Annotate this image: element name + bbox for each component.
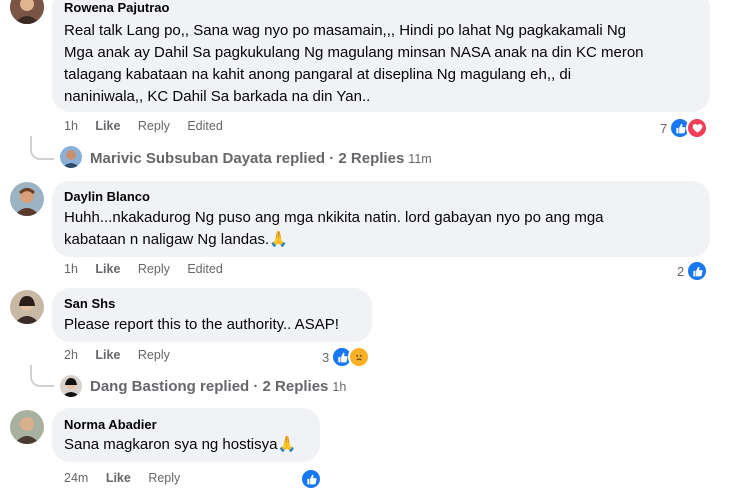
like-icon [686, 260, 709, 282]
replies-count: replied · 2 Replies [275, 150, 405, 167]
comment-actions: 1h Like Reply Edited [64, 119, 237, 133]
heart-icon [686, 117, 709, 139]
reply-time: 11m [408, 151, 432, 166]
reaction-count: 3 [322, 349, 330, 365]
reaction-summary[interactable] [300, 468, 322, 490]
comment-author[interactable]: San Shs [64, 296, 115, 311]
edited-label: Edited [187, 262, 223, 276]
comment-time[interactable]: 1h [64, 262, 78, 276]
view-replies-link[interactable]: Dang Bastiong replied · 2 Replies 1h [90, 378, 346, 395]
comment-time[interactable]: 2h [64, 348, 78, 362]
avatar[interactable] [10, 410, 44, 444]
reply-time: 1h [332, 379, 347, 394]
avatar[interactable] [60, 375, 82, 397]
comment-author[interactable]: Daylin Blanco [64, 189, 150, 204]
reaction-summary[interactable]: 2 [677, 260, 709, 282]
like-button[interactable]: Like [95, 262, 120, 276]
comment-time[interactable]: 1h [64, 119, 78, 133]
pray-emoji: 🙏 [269, 231, 288, 248]
like-button[interactable]: Like [95, 348, 120, 362]
comment-actions: 1h Like Reply Edited [64, 262, 237, 276]
view-replies-link[interactable]: Marivic Subsuban Dayata replied · 2 Repl… [90, 150, 432, 167]
comment-actions: 24m Like Reply [64, 471, 194, 485]
reaction-summary[interactable]: 3 [322, 346, 371, 368]
comment-text: Sana magkaron sya ng hostisya🙏 [64, 434, 296, 456]
comment-text: Real talk Lang po,, Sana wag nyo po masa… [64, 22, 644, 105]
like-icon [300, 468, 322, 490]
thread-connector [30, 365, 54, 387]
avatar[interactable] [10, 182, 44, 216]
replies-count: replied · 2 Replies [200, 378, 329, 395]
avatar[interactable] [60, 146, 82, 168]
thread-connector [30, 136, 54, 160]
reply-button[interactable]: Reply [138, 119, 170, 133]
avatar[interactable] [10, 290, 44, 324]
avatar[interactable] [10, 0, 44, 24]
comment-text: Huhh...nkakadurog Ng puso ang mga nkikit… [64, 207, 604, 251]
reaction-summary[interactable]: 7 [660, 117, 709, 139]
reply-button[interactable]: Reply [138, 348, 170, 362]
like-button[interactable]: Like [106, 471, 131, 485]
reply-author: Dang Bastiong [90, 378, 196, 395]
edited-label: Edited [187, 119, 223, 133]
reply-button[interactable]: Reply [148, 471, 180, 485]
pray-emoji: 🙏 [277, 436, 297, 453]
sad-icon [348, 346, 371, 368]
comment-author[interactable]: Norma Abadier [64, 417, 157, 432]
reaction-count: 7 [660, 120, 668, 136]
reply-author: Marivic Subsuban Dayata [90, 150, 272, 167]
like-button[interactable]: Like [95, 119, 120, 133]
reply-button[interactable]: Reply [138, 262, 170, 276]
comment-time[interactable]: 24m [64, 471, 88, 485]
comment-text: Please report this to the authority.. AS… [64, 316, 339, 333]
comment-actions: 2h Like Reply [64, 348, 184, 362]
reaction-count: 2 [677, 263, 685, 279]
comment-author[interactable]: Rowena Pajutrao [64, 0, 169, 15]
